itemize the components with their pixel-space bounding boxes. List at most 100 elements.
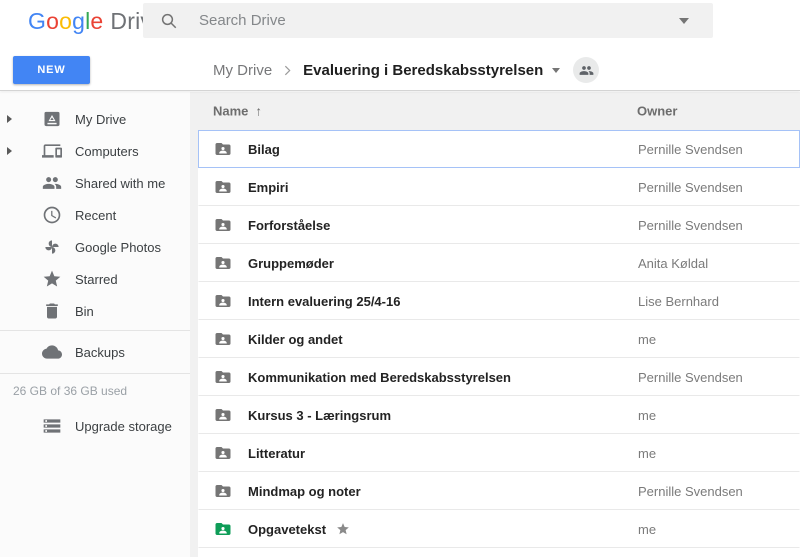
shared-folder-icon	[214, 140, 232, 158]
partial-next-row	[198, 548, 800, 557]
shared-folder-icon	[214, 216, 232, 234]
shared-folder-icon	[214, 444, 232, 462]
file-name: Intern evaluering 25/4-16	[248, 294, 400, 309]
sidebar-item-shared-with-me[interactable]: Shared with me	[0, 167, 190, 199]
bin-icon	[42, 301, 62, 321]
file-name: Gruppemøder	[248, 256, 334, 271]
file-row[interactable]: Kommunikation med Beredskabsstyrelsen Pe…	[198, 358, 800, 396]
shared-folder-icon	[214, 254, 232, 272]
sidebar-item-label: Bin	[75, 304, 94, 319]
file-owner: me	[638, 446, 656, 461]
file-row[interactable]: Bilag Pernille Svendsen	[198, 130, 800, 168]
cloud-icon	[42, 342, 62, 362]
file-row[interactable]: Kilder og andet me	[198, 320, 800, 358]
file-name: Forforståelse	[248, 218, 330, 233]
file-row[interactable]: Forforståelse Pernille Svendsen	[198, 206, 800, 244]
people-icon	[579, 63, 594, 78]
sidebar-item-google-photos[interactable]: Google Photos	[0, 231, 190, 263]
sidebar-item-label: My Drive	[75, 112, 126, 127]
file-owner: Lise Bernhard	[638, 294, 719, 309]
google-drive-window: GoogleDrive Search Drive NEW My Drive Ev…	[0, 0, 800, 557]
shared-folder-icon	[214, 178, 232, 196]
shared-folder-icon	[214, 292, 232, 310]
google-logo-text: Google	[28, 8, 103, 34]
breadcrumb-caret-icon[interactable]	[552, 68, 560, 73]
new-button[interactable]: NEW	[13, 56, 90, 84]
sidebar-item-label: Upgrade storage	[75, 419, 172, 434]
top-bar: GoogleDrive Search Drive NEW My Drive Ev…	[0, 0, 800, 91]
search-placeholder: Search Drive	[199, 12, 286, 29]
shared-folder-badge[interactable]	[573, 57, 599, 83]
file-owner: Pernille Svendsen	[638, 218, 743, 233]
file-name: Opgavetekst	[248, 522, 326, 537]
file-list: Name ↑ Owner Bilag Pernille Svendsen Empi…	[190, 92, 800, 557]
file-name: Kommunikation med Beredskabsstyrelsen	[248, 370, 511, 385]
file-name: Bilag	[248, 142, 280, 157]
sidebar-item-bin[interactable]: Bin	[0, 295, 190, 327]
file-owner: me	[638, 522, 656, 537]
file-name: Kilder og andet	[248, 332, 343, 347]
breadcrumb-current-folder[interactable]: Evaluering i Beredskabsstyrelsen	[303, 62, 543, 79]
file-row[interactable]: Kursus 3 - Læringsrum me	[198, 396, 800, 434]
file-row[interactable]: Empiri Pernille Svendsen	[198, 168, 800, 206]
expand-arrow-icon[interactable]	[7, 115, 12, 123]
shared-folder-icon	[214, 482, 232, 500]
file-name: Litteratur	[248, 446, 305, 461]
chevron-right-icon	[281, 64, 294, 77]
file-name: Mindmap og noter	[248, 484, 361, 499]
file-owner: Pernille Svendsen	[638, 370, 743, 385]
file-row[interactable]: Opgavetekst me	[198, 510, 800, 548]
file-owner: me	[638, 332, 656, 347]
sidebar-divider	[0, 330, 190, 331]
file-owner: Pernille Svendsen	[638, 484, 743, 499]
breadcrumb-my-drive[interactable]: My Drive	[213, 62, 272, 79]
file-name: Kursus 3 - Læringsrum	[248, 408, 391, 423]
search-icon[interactable]	[160, 12, 178, 30]
sidebar-nav: My Drive Computers Shared with me Recent…	[0, 103, 190, 327]
sidebar-item-recent[interactable]: Recent	[0, 199, 190, 231]
sidebar-item-backups[interactable]: Backups	[0, 336, 190, 368]
storage-icon	[42, 416, 62, 436]
file-owner: Pernille Svendsen	[638, 142, 743, 157]
sidebar-divider	[0, 373, 190, 374]
sidebar-item-label: Shared with me	[75, 176, 165, 191]
storage-usage-text: 26 GB of 36 GB used	[0, 384, 190, 398]
sidebar-item-label: Starred	[75, 272, 118, 287]
sidebar-item-label: Google Photos	[75, 240, 161, 255]
shared-folder-icon	[214, 520, 232, 538]
search-input[interactable]: Search Drive	[143, 3, 713, 38]
column-header-name[interactable]: Name ↑	[213, 104, 262, 119]
sidebar-item-label: Recent	[75, 208, 116, 223]
photos-icon	[42, 237, 62, 257]
people-icon	[42, 173, 62, 193]
file-row[interactable]: Litteratur me	[198, 434, 800, 472]
name-column-label: Name	[213, 104, 248, 119]
star-icon	[336, 522, 350, 536]
sidebar: My Drive Computers Shared with me Recent…	[0, 92, 190, 557]
schedule-icon	[42, 205, 62, 225]
file-row[interactable]: Intern evaluering 25/4-16 Lise Bernhard	[198, 282, 800, 320]
table-header: Name ↑ Owner	[190, 92, 800, 130]
star-icon	[42, 269, 62, 289]
file-row[interactable]: Gruppemøder Anita Køldal	[198, 244, 800, 282]
sidebar-item-label: Backups	[75, 345, 125, 360]
file-owner: Anita Køldal	[638, 256, 708, 271]
sidebar-item-my-drive[interactable]: My Drive	[0, 103, 190, 135]
shared-folder-icon	[214, 406, 232, 424]
file-name: Empiri	[248, 180, 288, 195]
sidebar-item-starred[interactable]: Starred	[0, 263, 190, 295]
sidebar-item-label: Computers	[75, 144, 139, 159]
sort-ascending-icon: ↑	[255, 104, 262, 119]
search-options-caret-icon[interactable]	[679, 18, 689, 24]
shared-folder-icon	[214, 368, 232, 386]
mydrive-icon	[42, 109, 62, 129]
column-header-owner[interactable]: Owner	[637, 104, 677, 119]
shared-folder-icon	[214, 330, 232, 348]
sidebar-item-upgrade-storage[interactable]: Upgrade storage	[0, 410, 190, 442]
sidebar-item-computers[interactable]: Computers	[0, 135, 190, 167]
devices-icon	[42, 141, 62, 161]
breadcrumb: My Drive Evaluering i Beredskabsstyrelse…	[213, 56, 599, 84]
file-row[interactable]: Mindmap og noter Pernille Svendsen	[198, 472, 800, 510]
expand-arrow-icon[interactable]	[7, 147, 12, 155]
file-owner: Pernille Svendsen	[638, 180, 743, 195]
